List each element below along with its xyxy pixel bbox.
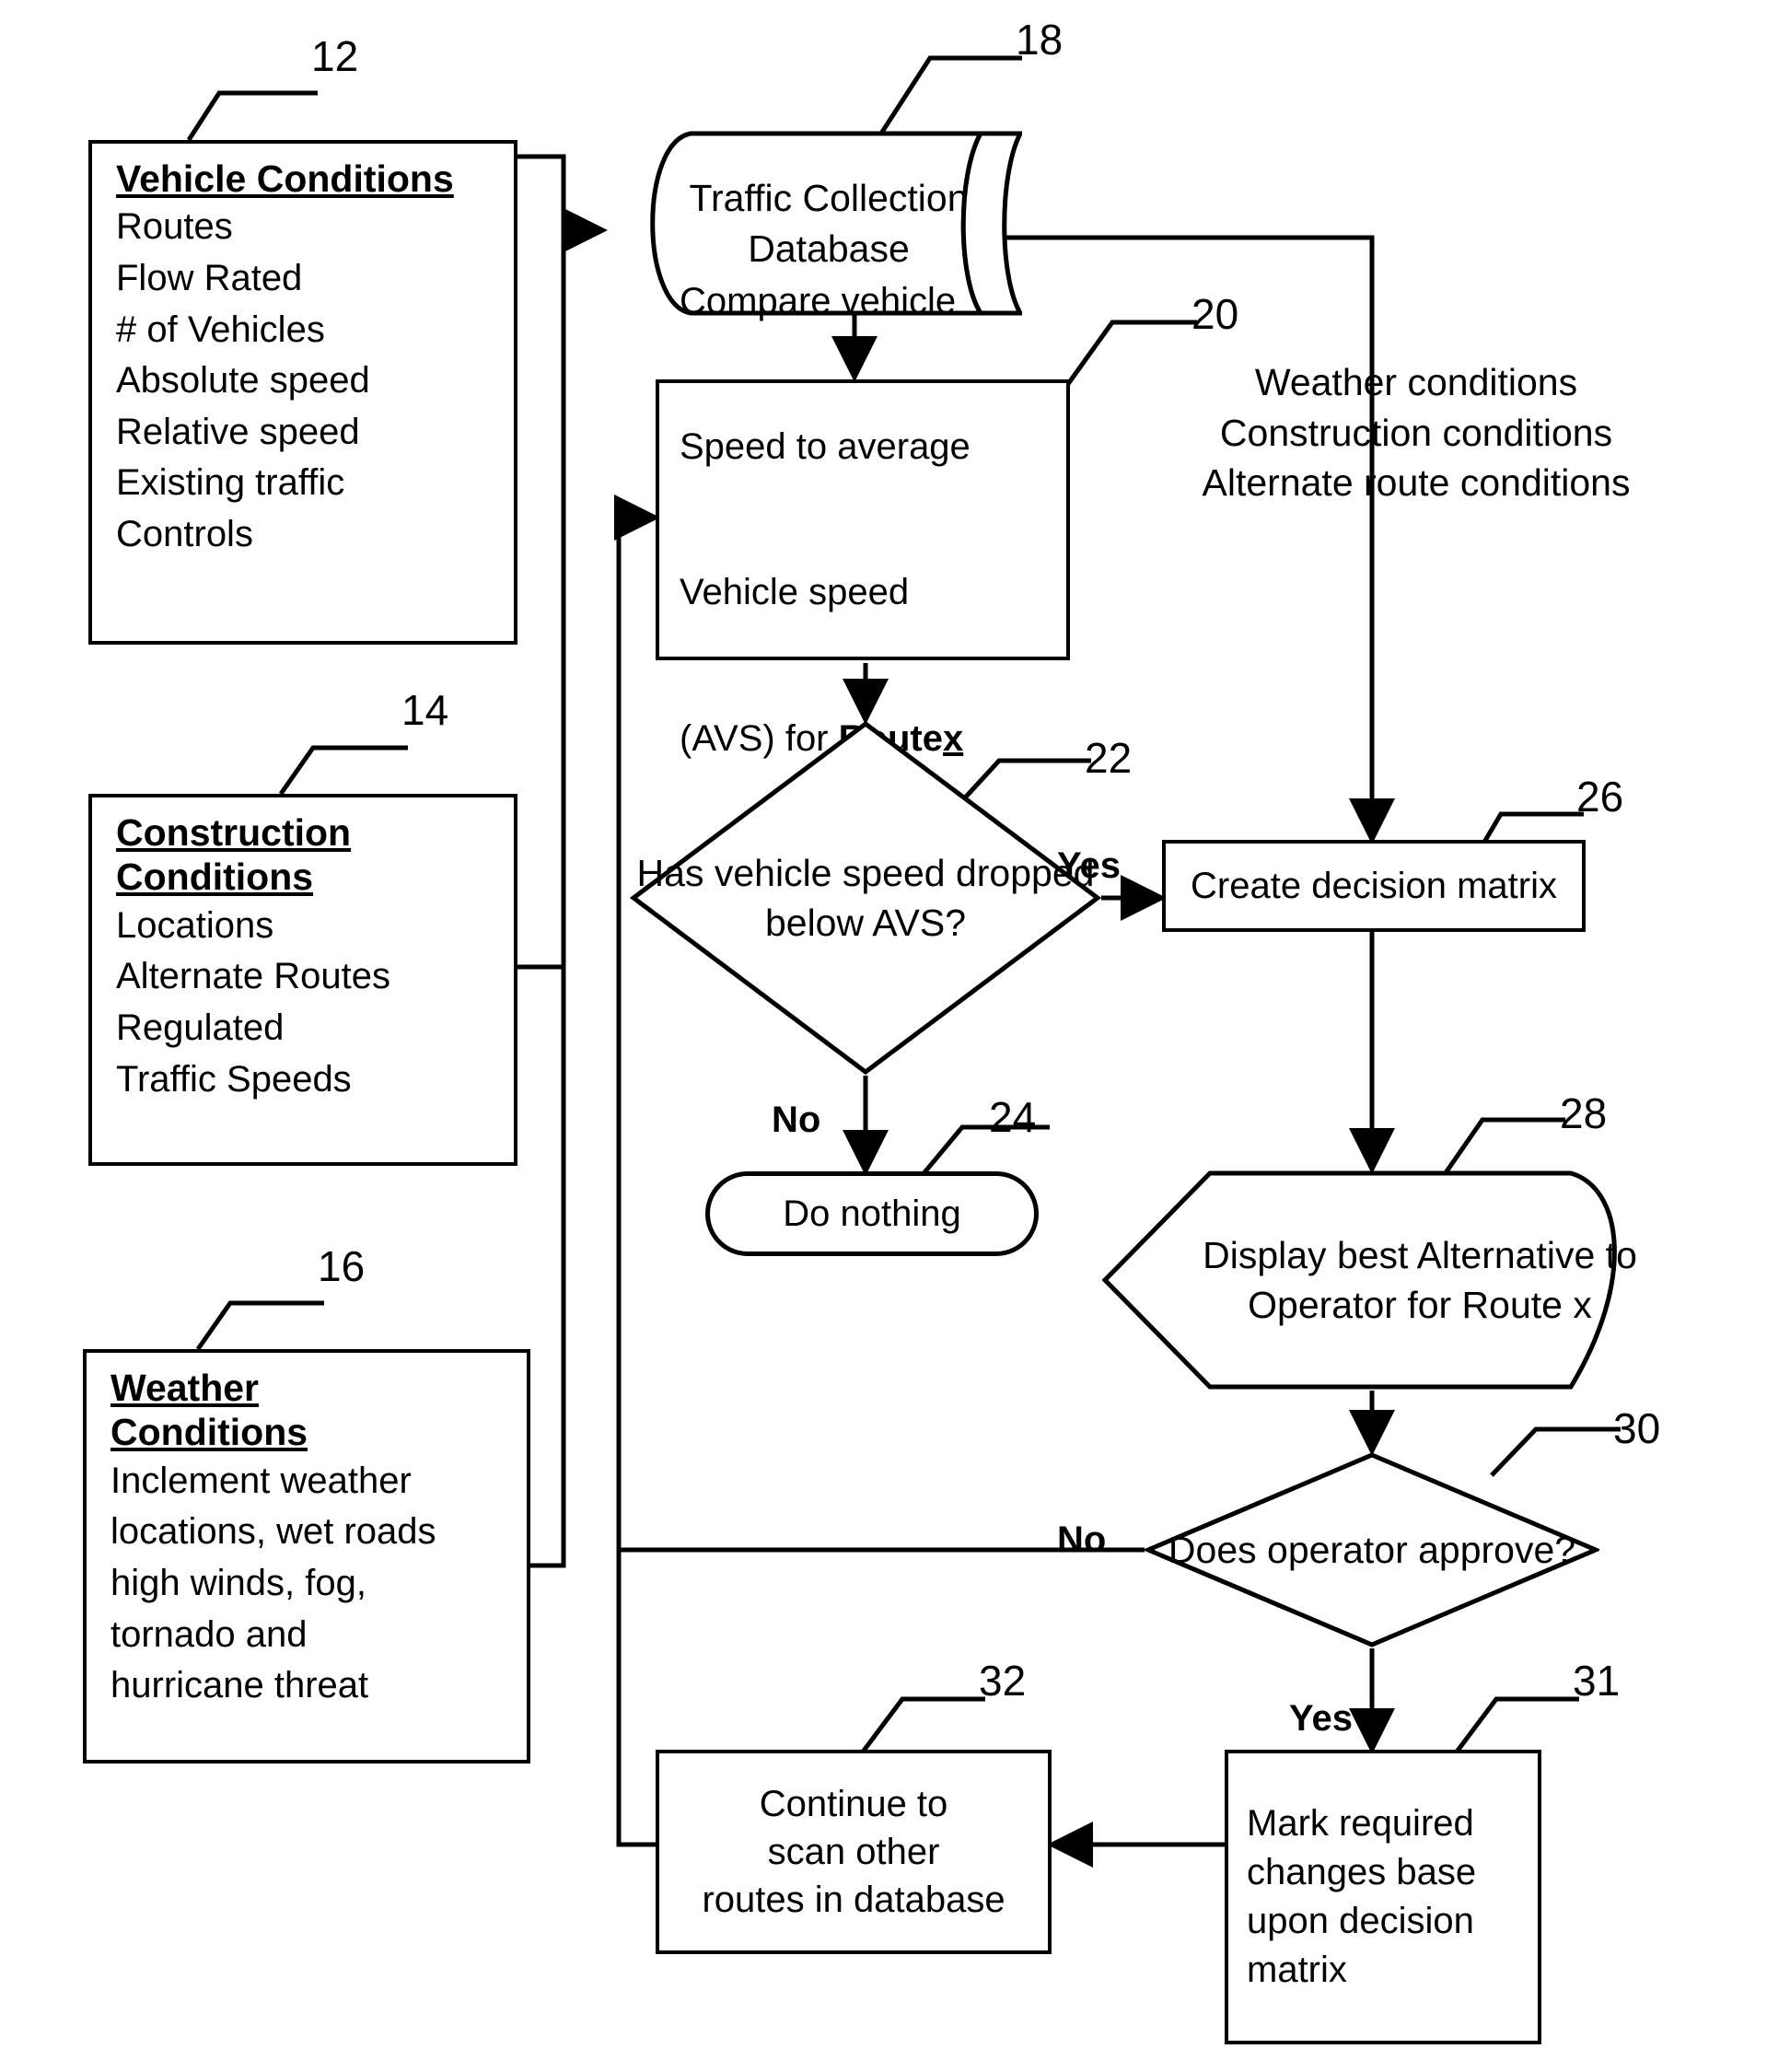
edge-label-yes-approve: Yes [1289, 1698, 1353, 1739]
construction-conditions-item: Locations [116, 904, 274, 946]
vehicle-conditions-heading: Vehicle Conditions [116, 157, 454, 200]
vehicle-conditions-item: # of Vehicles [116, 308, 325, 350]
do-nothing-terminator: Do nothing [705, 1171, 1039, 1256]
do-nothing-label: Do nothing [783, 1193, 961, 1234]
edge-label-no-approve: No [1057, 1519, 1107, 1560]
reference-numeral-14: 14 [401, 686, 449, 734]
compare-vehicle-speed-box: Compare vehicle Speed to average Vehicle… [656, 281, 1070, 759]
leader-18 [877, 55, 1022, 138]
decision-does-operator-approve: Does operator approve? [1145, 1451, 1599, 1648]
edge-label-no-avs: No [772, 1100, 821, 1140]
reference-numeral-24: 24 [989, 1093, 1037, 1141]
decision-approve-label: Does operator approve? [1168, 1528, 1576, 1571]
vehicle-conditions-item: Flow Rated [116, 257, 303, 298]
input-block-vehicle-conditions: Vehicle Conditions Routes Flow Rated # o… [88, 140, 517, 645]
input-block-weather-conditions: Weather Conditions Inclement weather loc… [83, 1349, 530, 1764]
edge-construction-bus [517, 230, 566, 970]
display-best-alternative-shape: Display best Alternative to Operator for… [1101, 1170, 1646, 1391]
weather-conditions-item: Inclement weather [110, 1460, 412, 1501]
reference-numeral-26: 26 [1576, 773, 1624, 821]
edge-inputs-to-database [517, 154, 608, 253]
weather-conditions-item: high winds, fog, [110, 1562, 366, 1603]
decision-avs-label: Has vehicle speed dropped below AVS? [636, 851, 1095, 944]
reference-numeral-22: 22 [1085, 734, 1133, 782]
weather-conditions-item: locations, wet roads [110, 1511, 436, 1553]
continue-scan-routes-box: Continue to scan other routes in databas… [656, 1750, 1052, 1954]
reference-numeral-32: 32 [979, 1657, 1027, 1705]
edge-continue-loop [616, 1550, 656, 1847]
vehicle-conditions-item: Existing traffic [116, 462, 345, 504]
display-best-label: Display best Alternative to Operator for… [1203, 1233, 1637, 1326]
create-decision-matrix-box: Create decision matrix [1162, 840, 1586, 932]
figure-canvas: Vehicle Conditions Routes Flow Rated # o… [0, 0, 1790, 2072]
reference-numeral-28: 28 [1560, 1089, 1608, 1137]
input-block-construction-conditions: Construction Conditions Locations Altern… [88, 794, 517, 1166]
reference-numeral-30: 30 [1613, 1404, 1661, 1452]
construction-conditions-item: Traffic Speeds [116, 1058, 352, 1100]
decision-has-speed-dropped: Has vehicle speed dropped below AVS? [630, 720, 1101, 1076]
leader-16 [195, 1300, 324, 1351]
leader-12 [186, 90, 318, 142]
vehicle-conditions-item: Absolute speed [116, 360, 370, 402]
vehicle-conditions-item: Controls [116, 513, 253, 554]
construction-conditions-item: Alternate Routes [116, 956, 390, 997]
external-conditions-list: Weather conditions Construction conditio… [1168, 357, 1665, 508]
external-condition-line: Weather conditions [1254, 361, 1578, 403]
reference-numeral-16: 16 [318, 1242, 366, 1290]
reference-numeral-20: 20 [1191, 290, 1239, 338]
reference-numeral-18: 18 [1016, 16, 1064, 64]
construction-conditions-heading: Construction Conditions [116, 811, 352, 899]
create-matrix-label: Create decision matrix [1191, 866, 1557, 906]
mark-changes-label: Mark required changes base upon decision… [1247, 1803, 1477, 1990]
external-condition-line: Alternate route conditions [1202, 461, 1631, 505]
continue-scan-label: Continue to scan other routes in databas… [702, 1784, 1005, 1920]
weather-conditions-heading: Weather Conditions [110, 1367, 308, 1454]
compare-line-2: Speed to average [680, 425, 971, 467]
vehicle-conditions-item: Relative speed [116, 411, 360, 452]
edge-label-yes-avs: Yes [1057, 845, 1121, 886]
leader-31 [1453, 1696, 1579, 1756]
construction-conditions-item: Regulated [116, 1007, 285, 1048]
leader-14 [278, 745, 408, 796]
mark-required-changes-box: Mark required changes base upon decision… [1225, 1750, 1541, 2044]
leader-32 [859, 1696, 985, 1756]
reference-numeral-12: 12 [311, 32, 359, 80]
compare-line-3: Vehicle speed [680, 572, 910, 613]
weather-conditions-item: hurricane threat [110, 1665, 369, 1706]
compare-line-1: Compare vehicle [680, 280, 957, 321]
weather-conditions-item: tornado and [110, 1613, 308, 1655]
vehicle-conditions-item: Routes [116, 206, 233, 248]
external-condition-line: Construction conditions [1219, 411, 1613, 454]
reference-numeral-31: 31 [1573, 1657, 1621, 1705]
